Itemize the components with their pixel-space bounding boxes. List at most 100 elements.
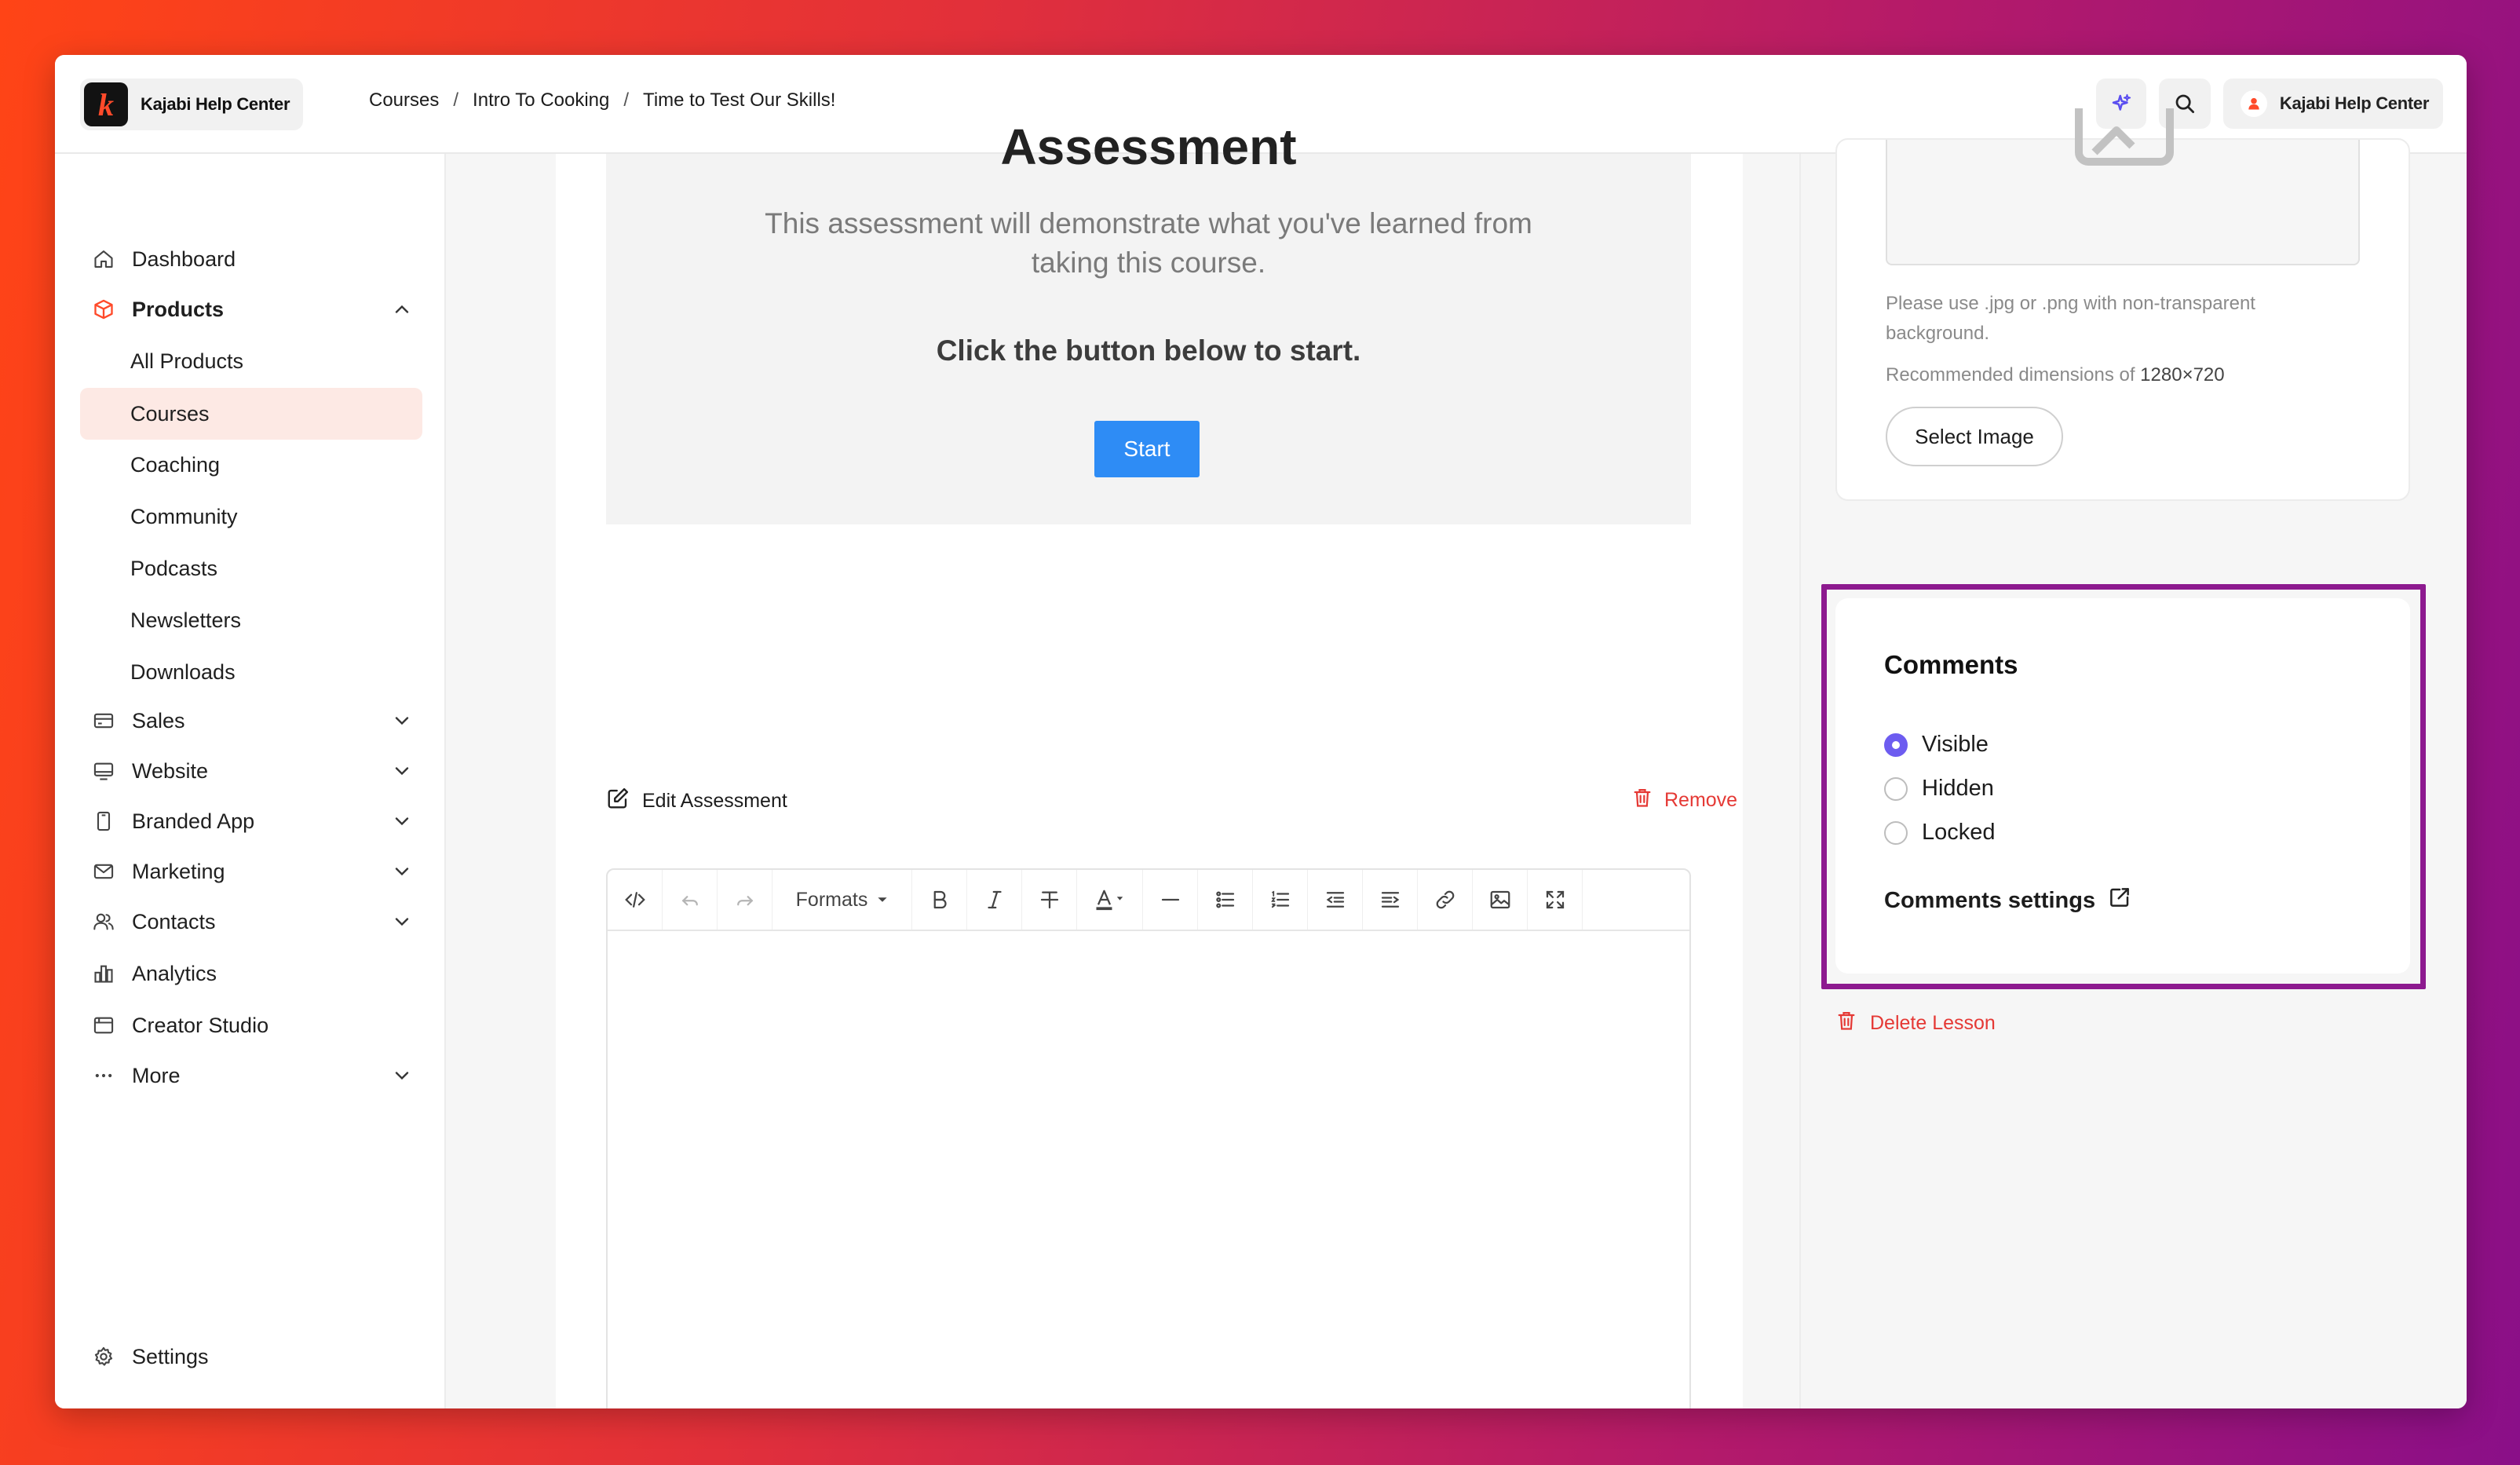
insert-image-button[interactable]	[1473, 870, 1528, 930]
sidebar-item-newsletters[interactable]: Newsletters	[80, 597, 422, 644]
radio-label: Visible	[1922, 732, 1989, 757]
sidebar-item-dashboard[interactable]: Dashboard	[80, 236, 422, 283]
mail-icon	[91, 859, 116, 884]
edit-icon	[606, 787, 630, 816]
sidebar-item-all-products[interactable]: All Products	[80, 338, 422, 385]
editor-content-area[interactable]	[608, 931, 1689, 1408]
user-menu-button[interactable]: Kajabi Help Center	[2223, 79, 2443, 129]
indent-icon	[1381, 892, 1399, 908]
bold-icon	[933, 890, 947, 909]
radio-visible[interactable]	[1884, 732, 1908, 757]
dimensions-value: 1280×720	[2140, 364, 2225, 385]
sidebar-item-label: Community	[130, 504, 238, 528]
outdent-button[interactable]	[1308, 870, 1363, 930]
breadcrumb-separator: /	[453, 90, 459, 111]
gear-icon	[91, 1344, 116, 1369]
sidebar-item-label: Branded App	[132, 809, 255, 833]
text-color-button[interactable]	[1077, 870, 1143, 930]
sidebar-item-downloads[interactable]: Downloads	[80, 648, 422, 696]
sidebar-item-label: Analytics	[132, 961, 217, 985]
delete-lesson-label: Delete Lesson	[1870, 1012, 1996, 1034]
radio-hidden[interactable]	[1884, 776, 1908, 801]
start-button[interactable]: Start	[1094, 421, 1200, 477]
sidebar-item-marketing[interactable]: Marketing	[80, 848, 422, 895]
sidebar-item-products[interactable]: Products	[80, 286, 422, 333]
brand-name: Kajabi Help Center	[141, 94, 290, 114]
horizontal-rule-icon	[1161, 898, 1179, 901]
code-icon	[624, 892, 645, 908]
sidebar-item-creator-studio[interactable]: Creator Studio	[80, 1002, 422, 1049]
undo-button[interactable]	[663, 870, 718, 930]
sidebar-item-label: Settings	[132, 1344, 209, 1368]
assessment-title: Assessment	[1000, 119, 1297, 175]
radio-locked[interactable]	[1884, 820, 1908, 845]
bullet-list-button[interactable]	[1198, 870, 1253, 930]
comments-settings-link[interactable]: Comments settings	[1884, 886, 2131, 915]
horizontal-rule-button[interactable]	[1143, 870, 1198, 930]
box-icon	[91, 297, 116, 322]
breadcrumb-separator: /	[623, 90, 630, 111]
redo-button[interactable]	[718, 870, 772, 930]
strikethrough-button[interactable]	[1022, 870, 1077, 930]
sidebar-item-more[interactable]: More	[80, 1052, 422, 1099]
delete-lesson-button[interactable]: Delete Lesson	[1835, 1010, 1996, 1037]
numbered-list-button[interactable]	[1253, 870, 1308, 930]
image-dropzone[interactable]	[1886, 108, 2360, 265]
sidebar-item-analytics[interactable]: Analytics	[80, 950, 422, 997]
sidebar-item-label: More	[132, 1063, 181, 1087]
breadcrumb-courses[interactable]: Courses	[369, 90, 439, 111]
indent-button[interactable]	[1363, 870, 1418, 930]
remove-button[interactable]: Remove	[1631, 787, 1737, 814]
user-icon	[2248, 97, 2259, 110]
sidebar-item-courses[interactable]: Courses	[80, 388, 422, 440]
breadcrumb: Courses / Intro To Cooking / Time to Tes…	[369, 90, 835, 111]
bold-button[interactable]	[912, 870, 967, 930]
sidebar-item-website[interactable]: Website	[80, 747, 422, 795]
sidebar-item-branded-app[interactable]: Branded App	[80, 798, 422, 845]
comments-option-locked[interactable]: Locked	[1884, 820, 1996, 846]
formats-label: Formats	[795, 888, 868, 911]
comments-settings-label: Comments settings	[1884, 887, 2096, 913]
chart-icon	[91, 961, 116, 986]
sidebar-item-label: All Products	[130, 349, 244, 373]
card-icon	[91, 708, 116, 733]
caret-down-icon	[878, 897, 887, 902]
assessment-description: This assessment will demonstrate what yo…	[765, 207, 1532, 279]
sidebar-item-label: Creator Studio	[132, 1013, 269, 1037]
external-link-icon	[2108, 886, 2131, 915]
editor-toolbar: Formats	[608, 870, 1689, 931]
sidebar-item-sales[interactable]: Sales	[80, 697, 422, 744]
redo-icon	[736, 896, 753, 906]
radio-label: Hidden	[1922, 776, 1994, 801]
sidebar-item-label: Products	[132, 297, 225, 321]
comments-option-visible[interactable]: Visible	[1884, 732, 1989, 758]
sidebar-item-contacts[interactable]: Contacts	[80, 898, 422, 945]
italic-button[interactable]	[967, 870, 1022, 930]
bullet-list-icon	[1215, 891, 1234, 908]
fullscreen-button[interactable]	[1528, 870, 1583, 930]
source-code-button[interactable]	[608, 870, 663, 930]
sidebar-item-label: Podcasts	[130, 556, 218, 580]
lesson-canvas: Assessment This assessment will demonstr…	[556, 119, 1743, 1408]
breadcrumb-intro-to-cooking[interactable]: Intro To Cooking	[473, 90, 609, 111]
sidebar-item-coaching[interactable]: Coaching	[80, 441, 422, 488]
sidebar-item-community[interactable]: Community	[80, 493, 422, 540]
insert-link-button[interactable]	[1418, 870, 1473, 930]
fullscreen-icon	[1546, 890, 1564, 909]
home-icon	[91, 247, 116, 272]
edit-assessment-link[interactable]: Edit Assessment	[606, 787, 787, 816]
formats-dropdown[interactable]: Formats	[772, 870, 912, 930]
sidebar-item-label: Downloads	[130, 659, 236, 684]
chevron-down-icon	[395, 817, 409, 826]
dimensions-prefix: Recommended dimensions of	[1886, 364, 2135, 385]
select-image-button[interactable]: Select Image	[1886, 407, 2063, 466]
italic-icon	[987, 890, 1002, 909]
avatar	[2240, 90, 2267, 117]
image-icon	[1490, 890, 1510, 909]
comments-option-hidden[interactable]: Hidden	[1884, 776, 1994, 802]
brand-switcher[interactable]: k Kajabi Help Center	[80, 79, 303, 130]
strikethrough-icon	[1040, 891, 1058, 909]
sidebar-item-podcasts[interactable]: Podcasts	[80, 545, 422, 592]
rich-text-editor: Formats	[606, 868, 1691, 1408]
sidebar-item-settings[interactable]: Settings	[80, 1333, 422, 1380]
